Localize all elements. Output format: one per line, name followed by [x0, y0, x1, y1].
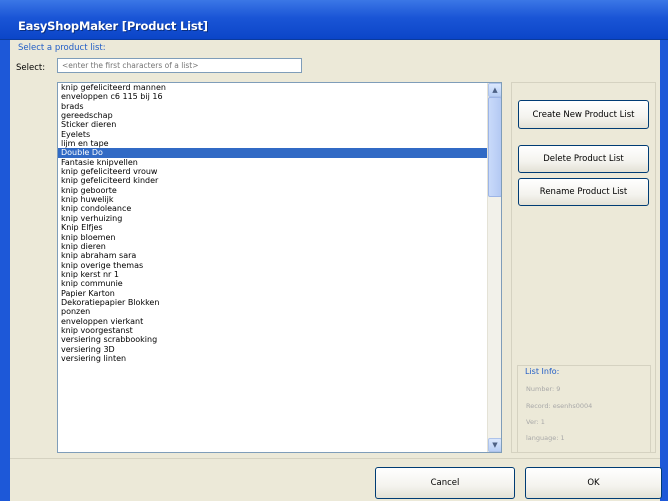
create-new-product-list-button[interactable]: Create New Product List: [518, 100, 649, 129]
list-item[interactable]: Knip Elfjes: [58, 223, 487, 232]
list-item[interactable]: knip dieren: [58, 242, 487, 251]
window-title: EasyShopMaker [Product List]: [18, 19, 208, 33]
list-item[interactable]: brads: [58, 102, 487, 111]
list-item[interactable]: Dekoratiepapier Blokken: [58, 298, 487, 307]
list-info-line: language: 1: [526, 434, 565, 442]
window-frame-right: [660, 40, 668, 501]
list-item[interactable]: knip voorgestanst: [58, 326, 487, 335]
list-item[interactable]: Sticker dieren: [58, 120, 487, 129]
list-item[interactable]: knip condoleance: [58, 204, 487, 213]
list-item[interactable]: knip gefeliciteerd kinder: [58, 176, 487, 185]
list-item[interactable]: Eyelets: [58, 130, 487, 139]
window-frame-left: [0, 40, 10, 501]
list-item[interactable]: ponzen: [58, 307, 487, 316]
list-item[interactable]: knip huwelijk: [58, 195, 487, 204]
ok-button[interactable]: OK: [525, 467, 662, 499]
rename-product-list-button[interactable]: Rename Product List: [518, 178, 649, 206]
list-item[interactable]: gereedschap: [58, 111, 487, 120]
list-info-line: Record: esenhs0004: [526, 402, 593, 410]
list-item[interactable]: knip geboorte: [58, 186, 487, 195]
scroll-up-icon[interactable]: ▲: [488, 83, 501, 97]
list-item[interactable]: versiering 3D: [58, 345, 487, 354]
scroll-down-icon[interactable]: ▼: [488, 438, 501, 452]
scroll-thumb[interactable]: [488, 97, 501, 197]
list-item[interactable]: lijm en tape: [58, 139, 487, 148]
product-list-items: knip gefeliciteerd mannen enveloppen c6 1…: [58, 83, 487, 452]
list-item[interactable]: knip verhuizing: [58, 214, 487, 223]
list-item[interactable]: knip communie: [58, 279, 487, 288]
list-item[interactable]: knip overige themas: [58, 261, 487, 270]
cancel-button[interactable]: Cancel: [375, 467, 515, 499]
list-item[interactable]: enveloppen vierkant: [58, 317, 487, 326]
list-item[interactable]: enveloppen c6 115 bij 16: [58, 92, 487, 101]
list-item[interactable]: Double Do: [58, 148, 487, 158]
list-item[interactable]: versiering scrabbooking: [58, 335, 487, 344]
delete-product-list-button[interactable]: Delete Product List: [518, 145, 649, 173]
list-item[interactable]: knip bloemen: [58, 233, 487, 242]
product-list-box[interactable]: knip gefeliciteerd mannen enveloppen c6 1…: [57, 82, 502, 453]
list-item[interactable]: versiering linten: [58, 354, 487, 363]
list-item[interactable]: knip gefeliciteerd mannen: [58, 83, 487, 92]
list-item[interactable]: knip gefeliciteerd vrouw: [58, 167, 487, 176]
list-item[interactable]: Fantasie knipvellen: [58, 158, 487, 167]
select-field-label: Select:: [16, 63, 46, 73]
list-info-title: List Info:: [525, 367, 560, 376]
list-item[interactable]: Papier Karton: [58, 289, 487, 298]
list-item[interactable]: knip kerst nr 1: [58, 270, 487, 279]
footer-divider: [10, 458, 660, 459]
list-scrollbar[interactable]: ▲ ▼: [487, 83, 501, 452]
list-info-line: Number: 9: [526, 385, 561, 393]
list-item[interactable]: knip abraham sara: [58, 251, 487, 260]
list-info-line: Ver: 1: [526, 418, 545, 426]
select-section-label: Select a product list:: [18, 43, 106, 53]
title-bar[interactable]: EasyShopMaker [Product List]: [0, 0, 668, 40]
select-search-input[interactable]: [57, 58, 302, 73]
